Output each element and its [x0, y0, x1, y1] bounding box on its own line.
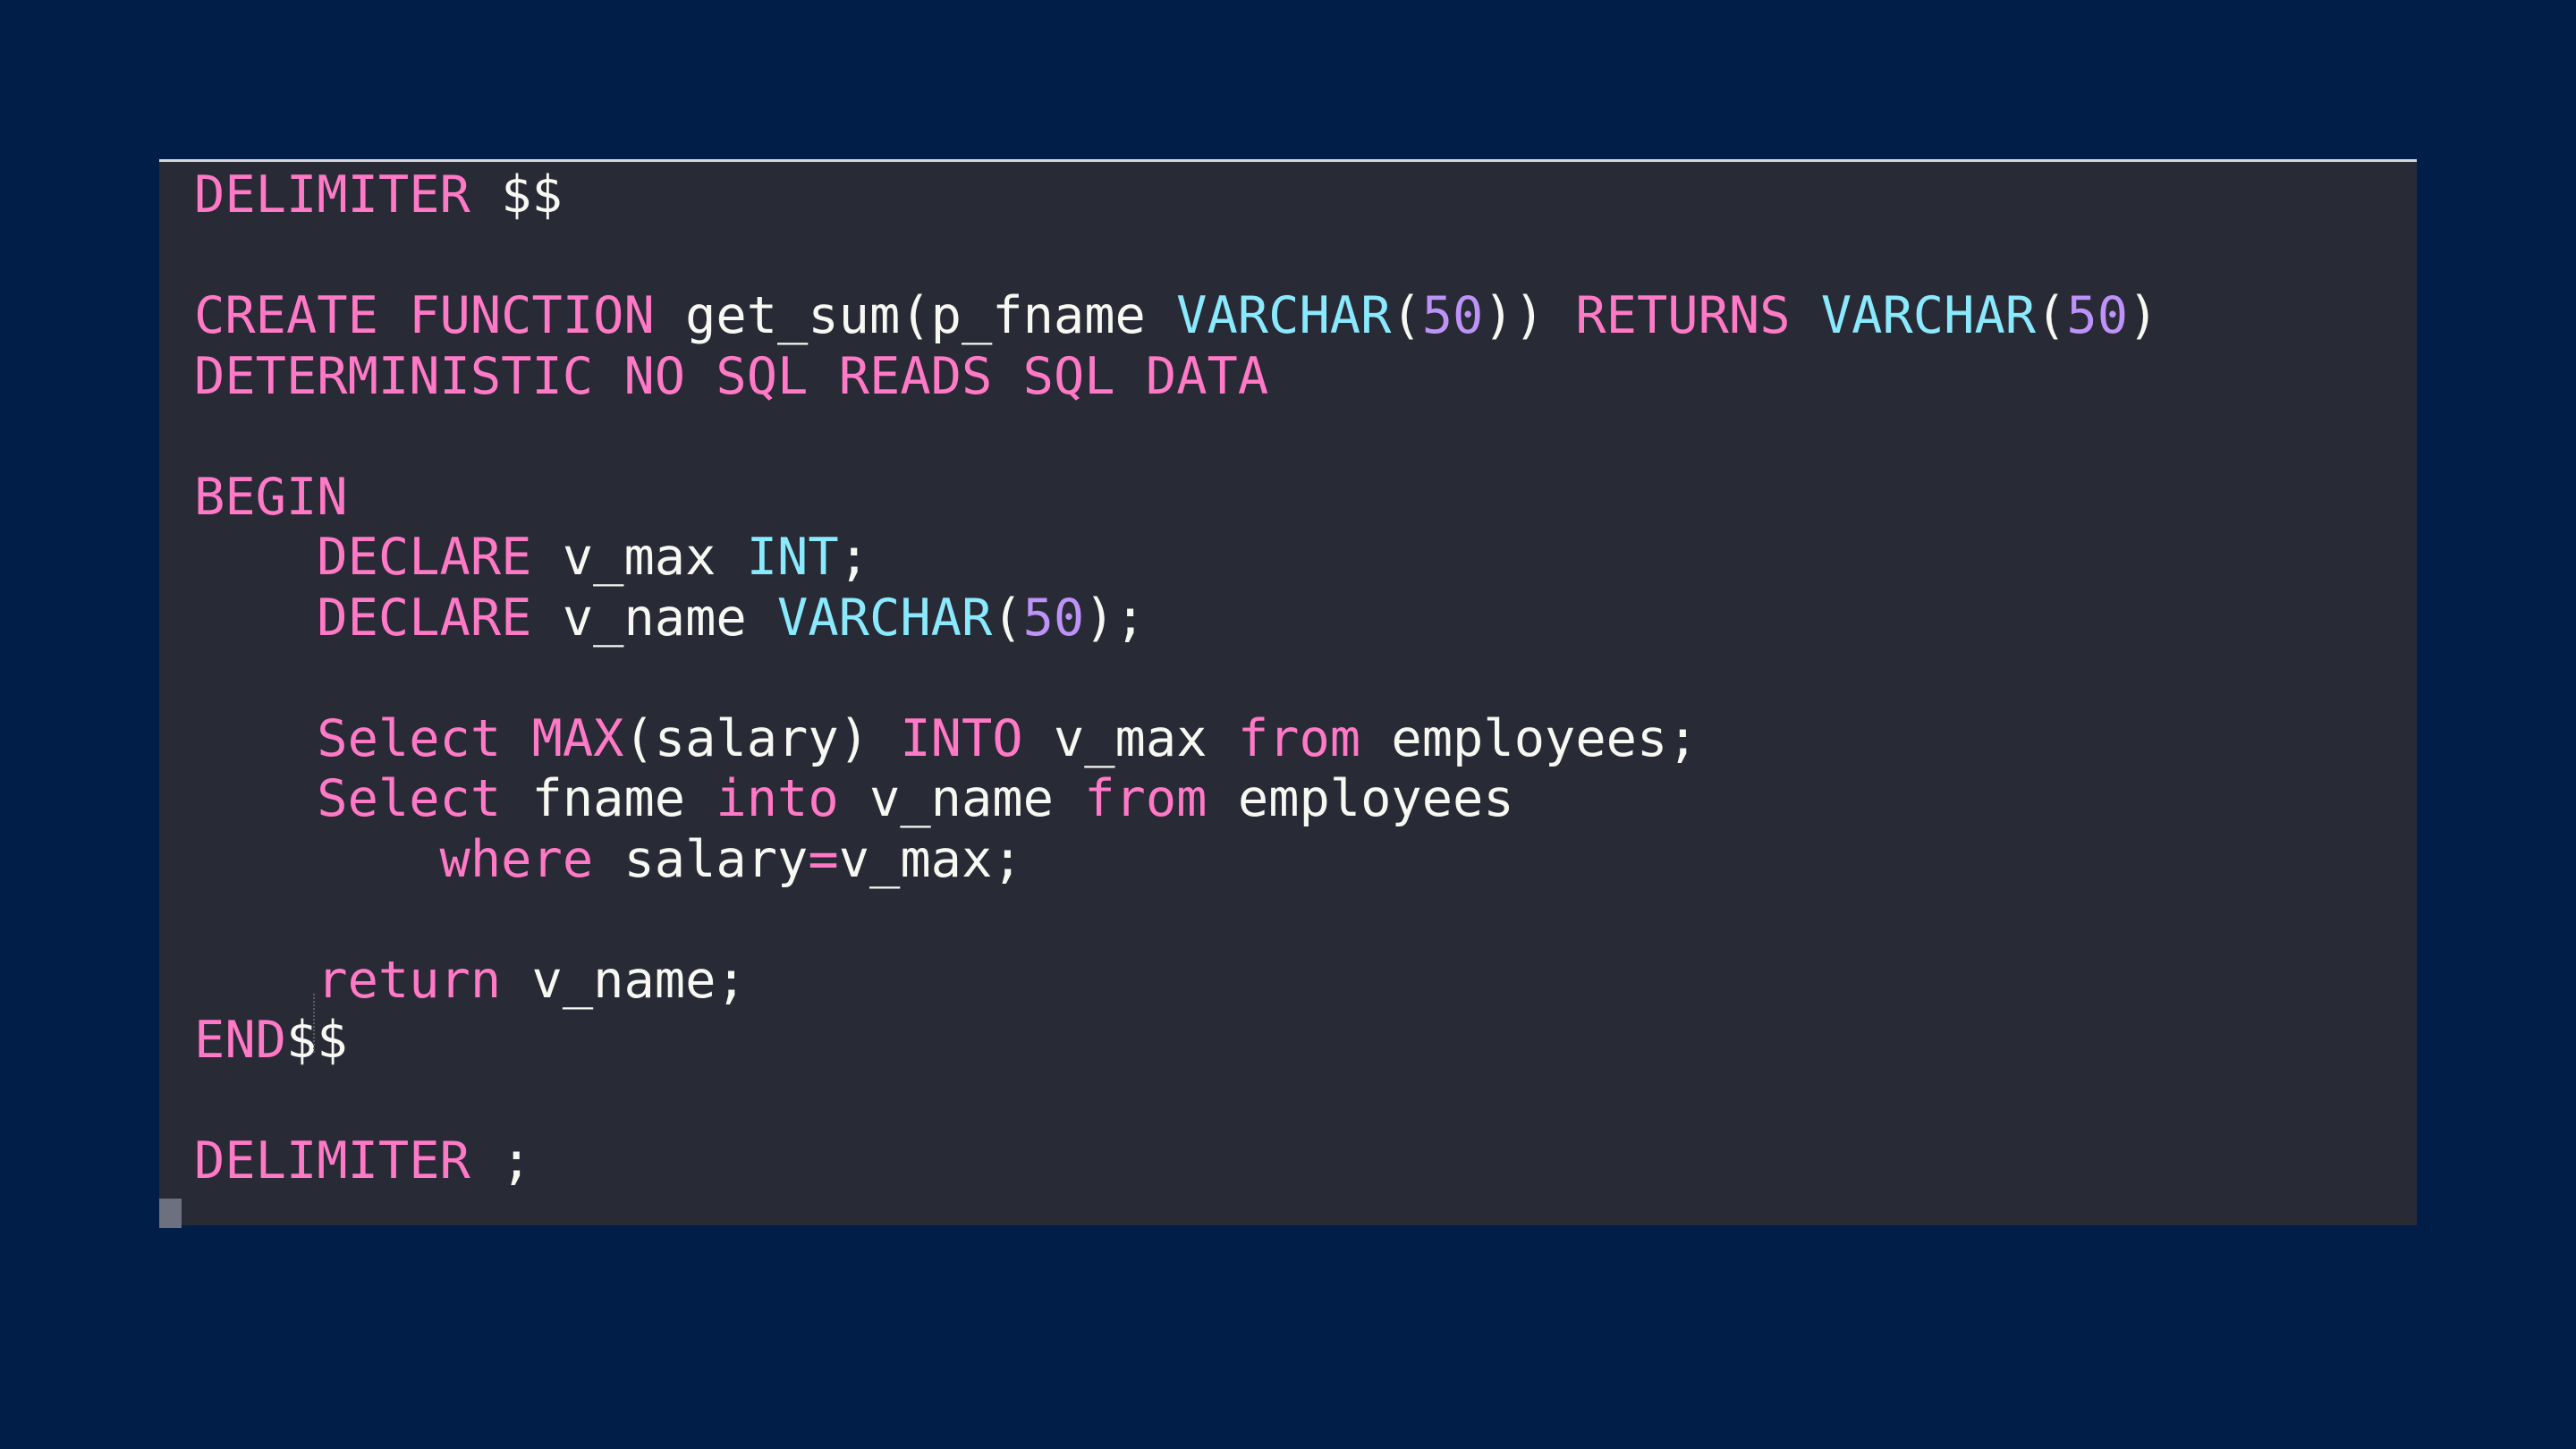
type-token: VARCHAR [1820, 286, 2037, 345]
keyword-token: SQL [716, 346, 809, 406]
text-token: v_name [838, 769, 1085, 828]
text-token: get_sum(p_fname [654, 286, 1177, 345]
keyword-token: INTO [900, 708, 1023, 768]
code-line: DETERMINISTIC NO SQL READS SQL DATA [194, 347, 2158, 408]
text-token: employees [1207, 769, 1514, 828]
number-token: 50 [1022, 588, 1085, 648]
keyword-token: Select [317, 708, 502, 768]
code-line: BEGIN [194, 468, 2158, 529]
keyword-token: from [1084, 769, 1208, 828]
type-token: VARCHAR [777, 588, 993, 648]
text-token: fname [501, 769, 716, 828]
code-editor[interactable]: DELIMITER $$ CREATE FUNCTION get_sum(p_fn… [159, 159, 2417, 1228]
keyword-token: END [194, 1011, 286, 1070]
code-text[interactable]: DELIMITER $$ CREATE FUNCTION get_sum(p_fn… [194, 165, 2158, 1192]
code-line: END$$ [194, 1011, 2158, 1072]
text-token: ( [992, 588, 1023, 648]
keyword-token: return [317, 950, 502, 1010]
text-cursor [159, 1199, 182, 1228]
text-token: ); [1084, 588, 1146, 648]
text-token: v_max [1022, 708, 1238, 768]
code-line: DECLARE v_name VARCHAR(50); [194, 589, 2158, 649]
code-line: Select MAX(salary) INTO v_max from emplo… [194, 709, 2158, 770]
text-token: (salary) [623, 708, 901, 768]
keyword-token: into [716, 769, 839, 828]
text-token: v_name [531, 588, 778, 648]
text-token: salary [593, 829, 809, 889]
keyword-token: MAX [531, 708, 624, 768]
code-line: DELIMITER $$ [194, 165, 2158, 226]
keyword-token: DECLARE [317, 528, 532, 587]
code-line: DELIMITER ; [194, 1131, 2158, 1192]
keyword-token: from [1237, 708, 1361, 768]
text-token: ; [470, 1131, 532, 1191]
keyword-token: SQL [1022, 346, 1115, 406]
keyword-token: DATA [1145, 346, 1269, 406]
text-token: employees; [1360, 708, 1699, 768]
code-line: return v_name; [194, 951, 2158, 1012]
number-token: 50 [2066, 286, 2129, 345]
keyword-token: CREATE [194, 286, 378, 345]
keyword-token: DELIMITER [194, 165, 470, 225]
type-token: VARCHAR [1176, 286, 1392, 345]
keyword-token: NO [623, 346, 686, 406]
type-token: INT [746, 528, 839, 587]
code-line: where salary=v_max; [194, 830, 2158, 891]
text-token: v_max [531, 528, 747, 587]
number-token: 50 [1421, 286, 1484, 345]
indent-guide [313, 994, 315, 1053]
text-token: $$ [285, 1011, 348, 1070]
keyword-token: FUNCTION [409, 286, 655, 345]
text-token: ( [2036, 286, 2067, 345]
text-token: v_name; [501, 950, 747, 1010]
text-token: )) [1483, 286, 1576, 345]
code-line: DECLARE v_max INT; [194, 528, 2158, 589]
keyword-token: RETURNS [1575, 286, 1791, 345]
code-line: CREATE FUNCTION get_sum(p_fname VARCHAR(… [194, 286, 2158, 347]
keyword-token: BEGIN [194, 467, 348, 527]
text-token: ( [1391, 286, 1422, 345]
code-line: Select fname into v_name from employees [194, 769, 2158, 830]
keyword-token: READS [838, 346, 993, 406]
text-token: ; [838, 528, 869, 587]
text-token: ) [2128, 286, 2159, 345]
text-token: $$ [470, 165, 563, 225]
keyword-token: = [808, 829, 839, 889]
keyword-token: Select [317, 769, 502, 828]
keyword-token: DELIMITER [194, 1131, 470, 1191]
text-token: v_max; [838, 829, 1023, 889]
keyword-token: DETERMINISTIC [194, 346, 594, 406]
keyword-token: DECLARE [317, 588, 532, 648]
keyword-token: where [439, 829, 594, 889]
